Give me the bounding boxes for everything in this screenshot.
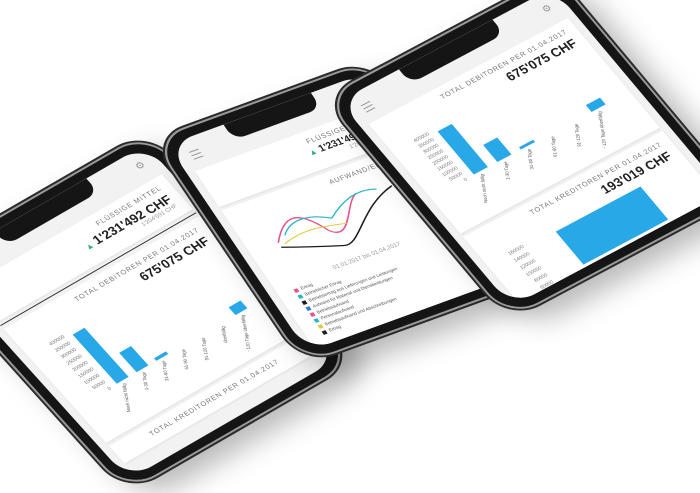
x-tick-label: 31-60 Tage [526, 148, 534, 169]
hamburger-icon[interactable] [360, 100, 376, 113]
legend-swatch [297, 293, 304, 299]
x-tick-label: 91-120 Tage [573, 123, 582, 146]
triangle-up-icon: ▲ [306, 146, 320, 158]
gear-icon[interactable]: ⚙ [540, 3, 555, 16]
gear-icon[interactable]: ⚙ [133, 160, 148, 173]
bar[interactable] [228, 300, 248, 316]
legend-swatch [293, 287, 300, 293]
legend-swatch [313, 317, 320, 323]
legend-swatch [317, 323, 324, 329]
bar[interactable] [518, 139, 536, 150]
x-tick-label: 61-90 Tage [550, 136, 558, 157]
x-tick-label: 1-30 Tage [503, 161, 511, 180]
x-tick-label: 1-30 Tage [141, 371, 150, 390]
bar[interactable] [176, 343, 188, 350]
legend-swatch [309, 311, 316, 317]
x-tick-label: überfällig [220, 326, 228, 343]
x-tick-label: 31-60 Tage [161, 360, 170, 381]
y-tick-label: 0 [106, 386, 113, 392]
bar[interactable] [585, 97, 606, 112]
x-tick-label: Noch nicht fällig [121, 383, 132, 413]
legend-swatch [321, 329, 328, 335]
bar[interactable] [119, 346, 149, 373]
y-tick-label: 0 [463, 177, 470, 183]
legend-swatch [301, 299, 308, 305]
bar[interactable] [154, 351, 169, 361]
hamburger-icon[interactable] [188, 148, 204, 160]
legend-swatch [305, 305, 312, 311]
x-tick-label: > 120 Tage überfällig [597, 111, 608, 150]
bar[interactable] [483, 137, 512, 163]
x-tick-label: 91-120 Tage [200, 337, 209, 360]
bar[interactable] [568, 117, 582, 125]
x-tick-label: > 120 Tage überfällig [240, 314, 252, 353]
bar[interactable] [216, 320, 228, 327]
x-tick-label: 61-90 Tage [180, 349, 189, 370]
bar[interactable] [544, 129, 558, 137]
x-tick-label: Noch nicht fällig [479, 173, 489, 202]
bar[interactable] [196, 331, 208, 338]
